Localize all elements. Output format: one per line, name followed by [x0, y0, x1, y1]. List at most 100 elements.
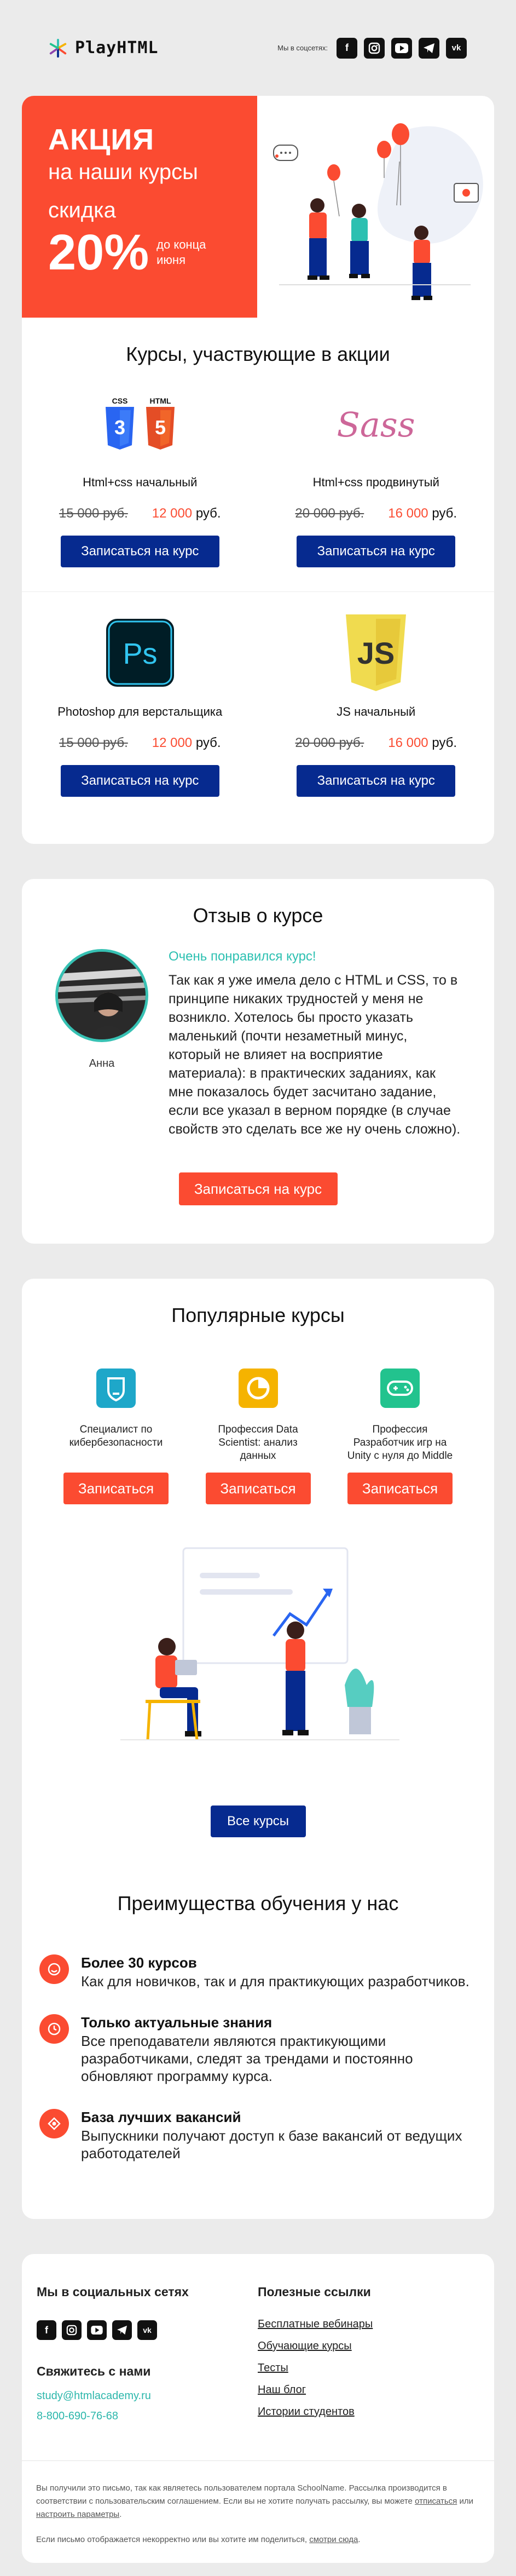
js-icon: JS [346, 614, 407, 691]
course-name: JS начальный [337, 705, 416, 718]
data-icon [236, 1366, 280, 1410]
youtube-icon[interactable] [391, 37, 412, 59]
enroll-button[interactable]: Записаться [63, 1473, 169, 1504]
review-section: Отзыв о курсе Анна Очень понравился курс… [22, 879, 494, 1244]
phone-link[interactable]: 8-800-690-76-68 [37, 2410, 258, 2423]
vk-icon[interactable]: vk [446, 37, 467, 59]
promo-banner: АКЦИЯ на наши курсы скидка 20% до конца … [22, 96, 494, 318]
advantage-content: Более 30 курсов Как для новичков, так и … [81, 1954, 469, 1990]
course-name: Photoshop для верстальщика [57, 705, 223, 718]
legal-text-2: Если письмо отображается некорректно или… [36, 2535, 308, 2544]
course-name: Html+css продвинутый [312, 475, 439, 489]
enroll-button[interactable]: Записаться [347, 1473, 453, 1504]
legal-text-1: Вы получили это письмо, так как являетес… [36, 2483, 447, 2506]
footer-link[interactable]: Тесты [258, 2362, 373, 2374]
review-text: Так как я уже имела дело с HTML и CSS, т… [169, 973, 461, 1137]
author-name: Анна [89, 1057, 115, 1070]
unsubscribe-link[interactable]: отписаться [415, 2497, 457, 2506]
photoshop-icon: Ps [106, 617, 174, 688]
hero-illustration [257, 96, 494, 318]
vk-icon[interactable]: vk [137, 2320, 157, 2340]
old-price: 15 000 руб. [59, 506, 128, 521]
avatar [55, 949, 148, 1042]
logo[interactable]: PlayHTML [22, 38, 159, 59]
currency: руб. [432, 506, 457, 521]
advantage-text: Все преподаватели являются практикующими… [81, 2033, 413, 2084]
currency: руб. [195, 506, 221, 521]
social-caption: Мы в соцсетях: [277, 44, 328, 52]
currency: руб. [432, 735, 457, 750]
email-page: PlayHTML Мы в соцсетях: f vk АКЦИЯ на на… [0, 0, 516, 2576]
logo-text: PlayHTML [75, 38, 159, 58]
footer-link[interactable]: Истории студентов [258, 2406, 373, 2418]
shield-icon [94, 1366, 138, 1410]
header-social: Мы в соцсетях: f vk [277, 37, 494, 59]
new-price-value: 12 000 [152, 506, 193, 521]
currency: руб. [195, 735, 221, 750]
legal-text: Вы получили это письмо, так как являетес… [22, 2461, 494, 2563]
new-price-value: 16 000 [388, 506, 428, 521]
telegram-icon[interactable] [112, 2320, 132, 2340]
footer-link[interactable]: Наш блог [258, 2384, 373, 2396]
people-with-balloons-illustration [273, 123, 483, 300]
footer-right: Полезные ссылки Бесплатные вебинары Обуч… [258, 2285, 373, 2428]
footer-columns: Мы в социальных сетях f vk Свяжитесь с н… [22, 2285, 494, 2461]
popular-course: Профессия Data Scientist: анализ данных … [204, 1366, 313, 1504]
old-price: 20 000 руб. [295, 506, 364, 521]
footer-social-title: Мы в социальных сетях [37, 2285, 189, 2299]
advantage-content: Только актуальные знания Все преподавате… [81, 2014, 478, 2085]
svg-text:Ps: Ps [123, 637, 157, 670]
popular-course-name: Специалист по кибербезопасности [69, 1424, 163, 1448]
view-in-browser-link[interactable]: смотри сюда [309, 2535, 358, 2544]
settings-link[interactable]: настроить параметры [36, 2510, 119, 2519]
advantage-item: Более 30 курсов Как для новичков, так и … [38, 1954, 478, 1990]
divider [22, 591, 494, 592]
enroll-button[interactable]: Записаться на курс [297, 536, 456, 567]
footer-contact-title: Свяжитесь с нами [37, 2364, 151, 2378]
sass-icon: Sass [335, 388, 417, 459]
all-courses-button[interactable]: Все курсы [210, 1806, 306, 1837]
popular-course: Специалист по кибербезопасности Записать… [61, 1366, 171, 1504]
facebook-icon[interactable]: f [337, 37, 357, 59]
footer-links: Бесплатные вебинары Обучающие курсы Тест… [258, 2318, 373, 2418]
course-prices: 15 000 руб. 12 000 руб. [59, 735, 221, 751]
enroll-button[interactable]: Записаться на курс [60, 765, 219, 797]
review-title: Отзыв о курсе [193, 904, 323, 927]
bottom-spacer [22, 2563, 494, 2576]
svg-text:3: 3 [114, 416, 125, 439]
new-price-value: 16 000 [388, 735, 428, 750]
enroll-button[interactable]: Записаться на курс [297, 765, 456, 797]
enroll-button[interactable]: Записаться [205, 1473, 311, 1504]
course-name: Html+css начальный [83, 475, 198, 489]
email-link[interactable]: study@htmlacademy.ru [37, 2390, 258, 2402]
svg-text:HTML: HTML [149, 396, 171, 405]
review-heading: Очень понравился курс! [169, 949, 316, 964]
discount-label: скидка [48, 198, 116, 222]
enroll-button[interactable]: Записаться на курс [178, 1172, 338, 1205]
telegram-icon[interactable] [419, 37, 439, 59]
footer-link[interactable]: Обучающие курсы [258, 2340, 373, 2353]
promo-text-block: АКЦИЯ на наши курсы скидка 20% до конца … [22, 96, 257, 318]
course-card: Sass Html+css продвинутый 20 000 руб. 16… [258, 388, 495, 595]
footer-link[interactable]: Бесплатные вебинары [258, 2318, 373, 2331]
advantage-text: Как для новичков, так и для практикующих… [81, 1973, 469, 1990]
instagram-icon[interactable] [62, 2320, 82, 2340]
advantage-heading: Более 30 курсов [81, 1954, 197, 1971]
discount-value: 20% [48, 225, 149, 280]
facebook-icon[interactable]: f [37, 2320, 56, 2340]
advantage-text: Выпускники получают доступ к базе ваканс… [81, 2128, 462, 2161]
footer-useful-title: Полезные ссылки [258, 2285, 371, 2299]
popular-courses-section: Популярные курсы Специалист по кибербезо… [22, 1279, 494, 2219]
popular-course: Профессия Разработчик игр на Unity с нул… [345, 1366, 455, 1504]
popular-course-name: Профессия Data Scientist: анализ данных [218, 1424, 298, 1462]
gamepad-icon [378, 1366, 422, 1410]
instagram-icon[interactable] [364, 37, 385, 59]
svg-text:Sass: Sass [337, 405, 415, 445]
advantage-heading: База лучших вакансий [81, 2109, 241, 2125]
popular-course-name: Профессия Разработчик игр на Unity с нул… [347, 1424, 453, 1462]
course-card: CSS 3 HTML 5 Html+css начальный 15 000 р… [22, 388, 258, 595]
youtube-icon[interactable] [87, 2320, 107, 2340]
review-text-block: Очень понравился курс! Так как я уже име… [169, 949, 461, 1138]
course-card: Ps Photoshop для верстальщика 15 000 руб… [22, 617, 258, 824]
enroll-button[interactable]: Записаться на курс [60, 536, 219, 567]
